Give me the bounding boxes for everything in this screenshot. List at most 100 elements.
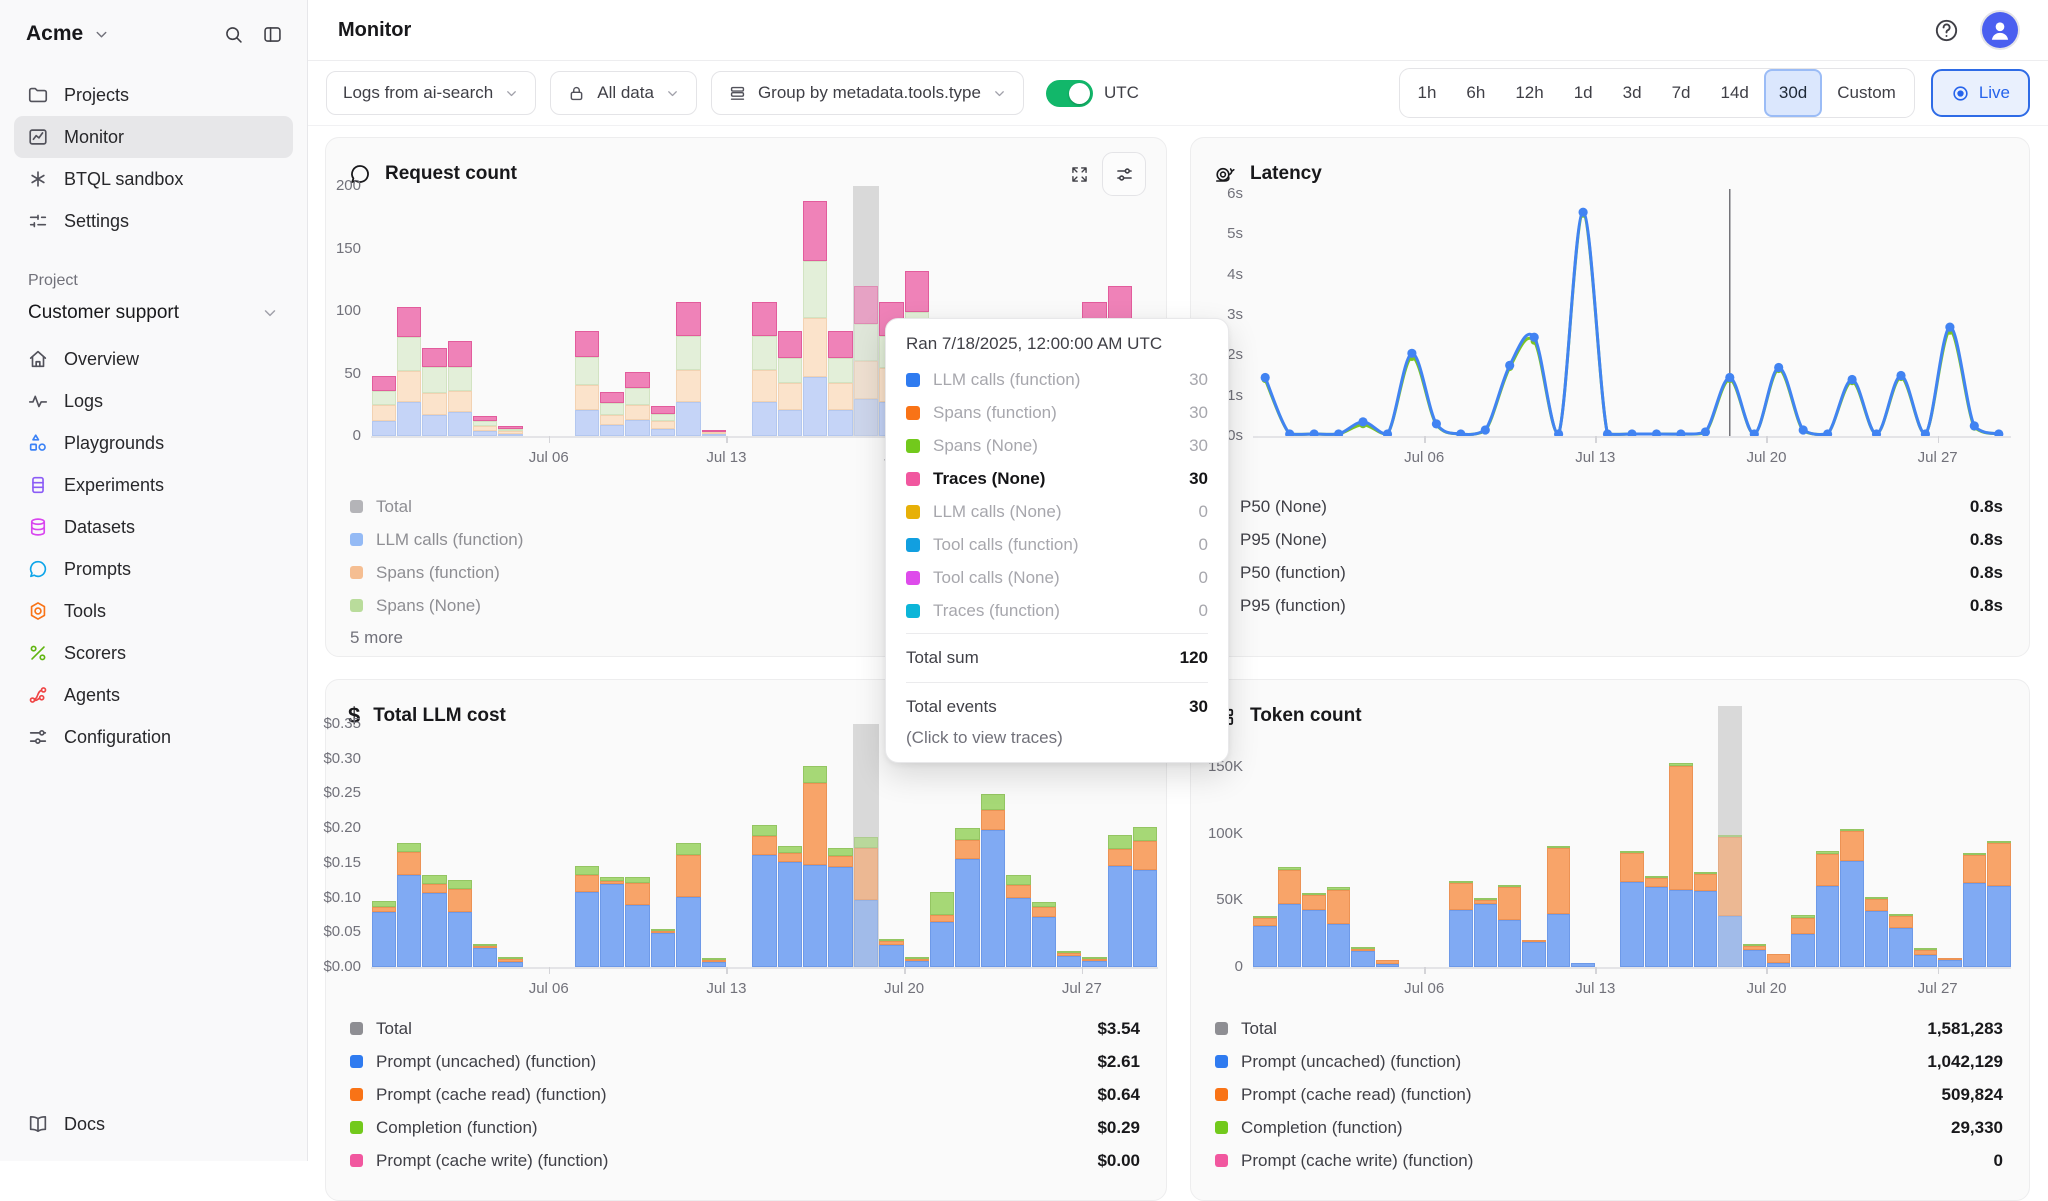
bar[interactable] [930,892,954,967]
legend-item-p95-none[interactable]: P95 (None)0.8s [1215,523,2003,556]
filter-all-data[interactable]: All data [550,71,697,115]
bar[interactable] [676,843,700,967]
bar[interactable] [1006,875,1030,967]
org-name[interactable]: Acme [26,22,83,46]
bar[interactable] [828,848,852,967]
bar[interactable] [1645,876,1668,967]
bar[interactable] [1474,898,1497,967]
filter-logs-from-ai-search[interactable]: Logs from ai-search [326,71,536,115]
range-6h[interactable]: 6h [1451,73,1500,113]
bar[interactable] [1987,841,2010,967]
bar[interactable] [828,331,852,436]
sidebar-item-btql-sandbox[interactable]: BTQL sandbox [14,158,293,200]
bar[interactable] [1571,963,1594,967]
sidebar-item-docs[interactable]: Docs [14,1103,293,1145]
bar[interactable] [1694,872,1717,967]
legend-item-prompt-uncached-function[interactable]: Prompt (uncached) (function)1,042,129 [1215,1045,2003,1078]
bar[interactable] [752,302,776,436]
range-3d[interactable]: 3d [1608,73,1657,113]
range-1h[interactable]: 1h [1403,73,1452,113]
bar[interactable] [803,201,827,436]
bar[interactable] [422,875,446,967]
sidebar-item-monitor[interactable]: Monitor [14,116,293,158]
legend-item-p50-none[interactable]: P50 (None)0.8s [1215,490,2003,523]
bar[interactable] [575,331,599,436]
bar[interactable] [625,877,649,967]
bar[interactable] [1743,944,1766,967]
legend-item-p50-function[interactable]: P50 (function)0.8s [1215,556,2003,589]
legend-item-prompt-cache-read-function[interactable]: Prompt (cache read) (function)509,824 [1215,1078,2003,1111]
bar[interactable] [372,901,396,967]
sidebar-item-tools[interactable]: Tools [14,590,293,632]
token-plot[interactable] [1253,706,2011,967]
avatar[interactable] [1982,12,2018,48]
bar[interactable] [448,341,472,436]
bar[interactable] [1816,851,1839,967]
bar[interactable] [854,837,878,967]
bar[interactable] [981,794,1005,967]
sidebar-item-logs[interactable]: Logs [14,380,293,422]
sidebar-item-agents[interactable]: Agents [14,674,293,716]
filter-group-by-metadata-tools-type[interactable]: Group by metadata.tools.type [711,71,1024,115]
bar[interactable] [1791,915,1814,967]
bar[interactable] [1865,897,1888,967]
legend-item-completion-function[interactable]: Completion (function)$0.29 [350,1111,1140,1144]
bar[interactable] [702,958,726,967]
chart-tooltip[interactable]: Ran 7/18/2025, 12:00:00 AM UTC LLM calls… [885,318,1229,763]
bar[interactable] [1669,763,1692,967]
bar[interactable] [1376,960,1399,967]
bar[interactable] [575,866,599,967]
legend-item-p95-function[interactable]: P95 (function)0.8s [1215,589,2003,622]
range-7d[interactable]: 7d [1657,73,1706,113]
bar[interactable] [651,929,675,967]
bar[interactable] [1620,851,1643,967]
bar[interactable] [702,430,726,436]
bar[interactable] [498,957,522,967]
bar[interactable] [1302,893,1325,967]
bar[interactable] [1351,947,1374,967]
live-button[interactable]: Live [1931,69,2030,117]
bar[interactable] [1547,846,1570,967]
bar[interactable] [1133,827,1157,967]
legend-item-prompt-uncached-function[interactable]: Prompt (uncached) (function)$2.61 [350,1045,1140,1078]
bar[interactable] [625,372,649,436]
bar[interactable] [1278,867,1301,967]
sidebar-item-overview[interactable]: Overview [14,338,293,380]
sidebar-item-scorers[interactable]: Scorers [14,632,293,674]
legend-item-total[interactable]: Total1,581,283 [1215,1012,2003,1045]
bar[interactable] [1082,957,1106,967]
bar[interactable] [1057,951,1081,967]
sidebar-item-configuration[interactable]: Configuration [14,716,293,758]
sidebar-item-settings[interactable]: Settings [14,200,293,242]
bar[interactable] [879,939,903,967]
legend-item-completion-function[interactable]: Completion (function)29,330 [1215,1111,2003,1144]
bar[interactable] [676,302,700,436]
bar[interactable] [1327,887,1350,967]
collapse-sidebar-icon[interactable] [262,24,283,45]
bar[interactable] [778,331,802,436]
bar[interactable] [778,846,802,967]
bar[interactable] [1498,885,1521,967]
range-12h[interactable]: 12h [1500,73,1558,113]
sidebar-item-projects[interactable]: Projects [14,74,293,116]
bar[interactable] [372,376,396,436]
bar[interactable] [1449,881,1472,967]
range-custom[interactable]: Custom [1822,73,1911,113]
sidebar-item-datasets[interactable]: Datasets [14,506,293,548]
legend-item-prompt-cache-read-function[interactable]: Prompt (cache read) (function)$0.64 [350,1078,1140,1111]
expand-icon[interactable] [1069,164,1090,185]
bar[interactable] [803,766,827,967]
bar[interactable] [955,828,979,967]
bar[interactable] [1767,954,1790,967]
legend-item-total[interactable]: Total$3.54 [350,1012,1140,1045]
bar[interactable] [498,426,522,436]
bar[interactable] [1032,902,1056,967]
bar[interactable] [1963,853,1986,967]
bar[interactable] [422,348,446,436]
bar[interactable] [905,957,929,967]
bar[interactable] [1914,948,1937,967]
bar[interactable] [397,843,421,967]
latency-plot[interactable] [1253,186,2011,436]
bar[interactable] [752,825,776,967]
help-icon[interactable] [1933,17,1960,44]
